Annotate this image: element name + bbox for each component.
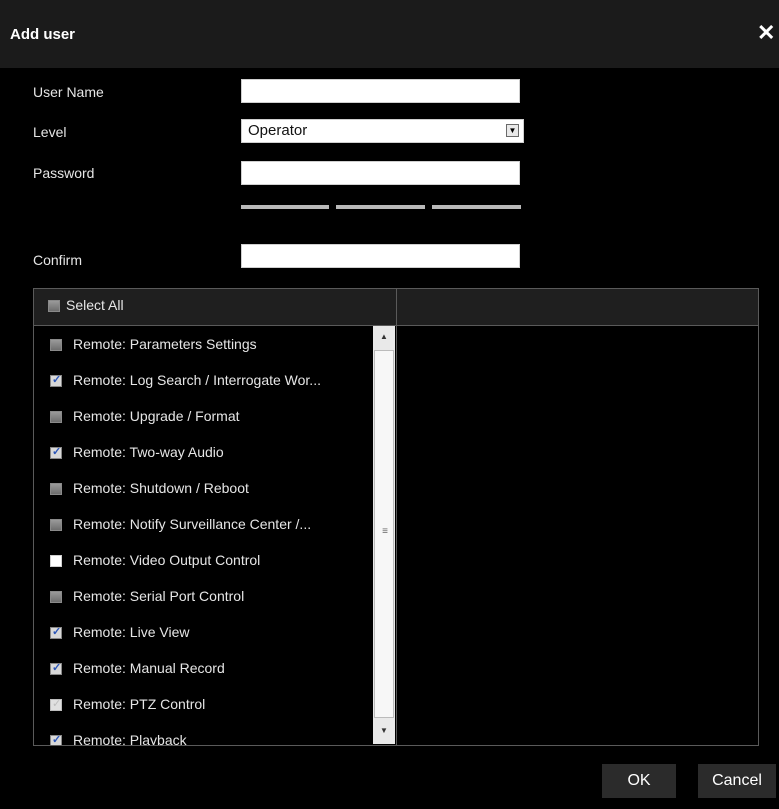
scrollbar-thumb[interactable]: ≡ [374, 350, 394, 718]
permission-item[interactable]: Remote: Parameters Settings [34, 335, 373, 355]
permission-checkbox[interactable] [50, 445, 62, 459]
permission-checkbox[interactable] [50, 411, 62, 423]
grip-icon: ≡ [382, 526, 388, 537]
dialog-title: Add user [10, 26, 76, 43]
level-selected-value: Operator [248, 122, 308, 139]
permissions-scrollbar[interactable]: ▲ ≡ ▼ [373, 326, 395, 744]
permission-item[interactable]: Remote: Log Search / Interrogate Wor... [34, 371, 373, 391]
scroll-down-arrow-icon[interactable]: ▼ [373, 722, 395, 742]
permission-label: Remote: Parameters Settings [73, 336, 257, 352]
ok-button[interactable]: OK [602, 764, 676, 798]
scroll-up-arrow-icon[interactable]: ▲ [373, 326, 395, 346]
permission-checkbox[interactable] [50, 625, 62, 639]
permission-checkbox[interactable] [50, 483, 62, 495]
permission-checkbox[interactable] [50, 339, 62, 351]
permission-item[interactable]: Remote: Shutdown / Reboot [34, 479, 373, 499]
permission-label: Remote: Notify Surveillance Center /... [73, 516, 312, 532]
permission-label: Remote: Upgrade / Format [73, 408, 240, 424]
confirm-password-input[interactable] [241, 244, 520, 268]
permission-label: Remote: Two-way Audio [73, 444, 224, 460]
level-label: Level [33, 124, 67, 140]
user-name-label: User Name [33, 84, 104, 100]
permission-checkbox[interactable] [50, 373, 62, 387]
permission-label: Remote: Playback [73, 732, 187, 745]
cancel-button[interactable]: Cancel [698, 764, 776, 798]
select-all-checkbox[interactable] [48, 300, 60, 312]
password-strength-bar-3 [432, 205, 521, 209]
permission-checkbox[interactable] [50, 519, 62, 531]
permission-label: Remote: Manual Record [73, 660, 225, 676]
permission-checkbox[interactable] [50, 697, 62, 711]
permission-item[interactable]: Remote: Live View [34, 623, 373, 643]
permission-label: Remote: Shutdown / Reboot [73, 480, 249, 496]
header-divider [396, 289, 397, 325]
permission-checkbox[interactable] [50, 733, 62, 745]
select-all-label: Select All [66, 297, 124, 313]
chevron-down-icon[interactable]: ▼ [506, 124, 519, 137]
permission-item[interactable]: Remote: Manual Record [34, 659, 373, 679]
permission-checkbox[interactable] [50, 661, 62, 675]
permission-label: Remote: PTZ Control [73, 696, 206, 712]
permission-item[interactable]: Remote: Notify Surveillance Center /... [34, 515, 373, 535]
close-icon[interactable]: ✕ [757, 22, 775, 44]
permission-label: Remote: Serial Port Control [73, 588, 245, 604]
permission-label: Remote: Video Output Control [73, 552, 261, 568]
permission-item[interactable]: Remote: Video Output Control [34, 551, 373, 571]
dialog-titlebar: Add user ✕ [0, 0, 779, 68]
password-strength-bar-1 [241, 205, 329, 209]
permission-item[interactable]: Remote: Serial Port Control [34, 587, 373, 607]
confirm-label: Confirm [33, 252, 83, 268]
password-strength-bar-2 [336, 205, 425, 209]
permission-label: Remote: Log Search / Interrogate Wor... [73, 372, 321, 388]
permission-label: Remote: Live View [73, 624, 190, 640]
password-input[interactable] [241, 161, 520, 185]
permission-checkbox[interactable] [50, 591, 62, 603]
permission-item[interactable]: Remote: Two-way Audio [34, 443, 373, 463]
column-divider [396, 325, 397, 745]
level-select[interactable]: Operator ▼ [241, 119, 524, 143]
permission-item[interactable]: Remote: PTZ Control [34, 695, 373, 715]
permission-item[interactable]: Remote: Playback [34, 731, 373, 745]
password-label: Password [33, 165, 95, 181]
permissions-list: Remote: Parameters Settings Remote: Log … [34, 325, 373, 745]
user-name-input[interactable] [241, 79, 520, 103]
permission-item[interactable]: Remote: Upgrade / Format [34, 407, 373, 427]
permission-checkbox[interactable] [50, 555, 62, 567]
